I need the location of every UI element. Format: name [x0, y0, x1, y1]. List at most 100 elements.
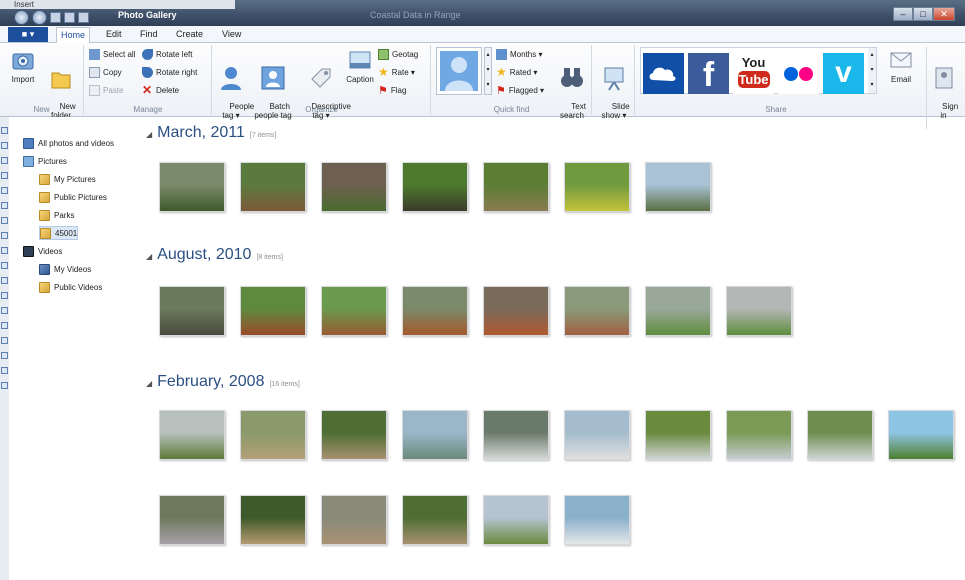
nav-item[interactable]: Videos — [23, 244, 62, 258]
email-button[interactable]: Email — [884, 47, 918, 84]
photo-thumbnail[interactable] — [807, 410, 873, 460]
pictures-icon — [23, 155, 34, 167]
photo-thumbnail[interactable] — [240, 286, 306, 336]
photo-thumbnail[interactable] — [159, 162, 225, 212]
rotate-left-label: Rotate left — [156, 49, 193, 59]
photo-thumbnail[interactable] — [321, 286, 387, 336]
photo-thumbnail[interactable] — [564, 410, 630, 460]
tab-view[interactable]: View — [218, 27, 245, 43]
photo-thumbnail[interactable] — [564, 495, 630, 545]
flickr-button[interactable] — [778, 53, 819, 94]
undo-button[interactable] — [50, 11, 61, 23]
people-picker[interactable] — [436, 47, 482, 95]
minimize-button[interactable]: – — [893, 7, 913, 21]
onedrive-button[interactable] — [643, 53, 684, 94]
people-tag-button[interactable]: People tag ▾ — [216, 47, 254, 129]
youtube-button[interactable]: You Tube — [733, 53, 774, 94]
text-search-button[interactable]: Text search — [556, 47, 588, 129]
collapse-triangle-icon[interactable]: ◢ — [146, 252, 152, 261]
rotate-right-button[interactable]: Rotate right — [142, 65, 197, 79]
photo-thumbnail[interactable] — [483, 286, 549, 336]
import-icon — [12, 53, 34, 70]
photo-thumbnail[interactable] — [645, 162, 711, 212]
photo-thumbnail[interactable] — [321, 410, 387, 460]
photo-thumbnail[interactable] — [240, 495, 306, 545]
photo-thumbnail[interactable] — [159, 495, 225, 545]
photo-thumbnail[interactable] — [483, 495, 549, 545]
group-header[interactable]: ◢ March, 2011 [7 items] — [146, 124, 276, 142]
people-picker-scroll[interactable]: ▴ ▾ ▾ — [484, 47, 492, 95]
tab-edit[interactable]: Edit — [102, 27, 126, 43]
photo-thumbnail[interactable] — [321, 495, 387, 545]
nav-item[interactable]: Pictures — [23, 154, 67, 168]
photo-thumbnail[interactable] — [240, 410, 306, 460]
tab-home[interactable]: Home — [56, 27, 91, 43]
photo-thumbnail[interactable] — [564, 162, 630, 212]
photo-thumbnail[interactable] — [159, 410, 225, 460]
photo-thumbnail[interactable] — [159, 286, 225, 336]
photo-thumbnail[interactable] — [726, 286, 792, 336]
photo-thumbnail[interactable] — [726, 410, 792, 460]
maximize-button[interactable]: □ — [913, 7, 933, 21]
photo-thumbnail[interactable] — [483, 410, 549, 460]
descriptive-tag-button[interactable]: Descriptive tag ▾ — [298, 47, 351, 129]
tag-icon — [311, 68, 331, 88]
months-filter-button[interactable]: Months ▾ — [496, 47, 542, 61]
photo-thumbnail[interactable] — [483, 162, 549, 212]
redo-button[interactable] — [64, 11, 75, 23]
folder-icon — [39, 281, 50, 293]
nav-item[interactable]: 45001 — [39, 226, 79, 240]
photo-thumbnail[interactable] — [564, 286, 630, 336]
collapse-triangle-icon[interactable]: ◢ — [146, 379, 152, 388]
import-button[interactable]: Import — [8, 49, 38, 84]
group-header[interactable]: ◢ February, 2008 [16 items] — [146, 373, 300, 391]
strip-icon — [1, 232, 8, 239]
photo-thumbnail[interactable] — [321, 162, 387, 212]
flag-button[interactable]: ⚑ Flag — [378, 83, 406, 97]
rate-button[interactable]: ★ Rate ▾ — [378, 65, 415, 79]
forward-button[interactable] — [32, 9, 47, 25]
qat-dropdown-button[interactable] — [78, 11, 89, 23]
batch-people-tag-button[interactable]: Batch people tag — [249, 47, 297, 129]
photo-thumbnail[interactable] — [402, 286, 468, 336]
vimeo-button[interactable]: v — [823, 53, 864, 94]
group-quickfind-label: Quick find — [493, 105, 530, 114]
rated-filter-button[interactable]: ★ Rated ▾ — [496, 65, 537, 79]
rotate-left-button[interactable]: Rotate left — [142, 47, 192, 61]
window-title: Photo Gallery — [118, 10, 177, 20]
photo-thumbnail[interactable] — [645, 286, 711, 336]
slideshow-button[interactable]: Slide show ▾ — [597, 47, 631, 129]
delete-button[interactable]: ✕ Delete — [142, 83, 179, 97]
tab-find[interactable]: Find — [136, 27, 162, 43]
back-button[interactable] — [14, 9, 29, 25]
photo-thumbnail[interactable] — [888, 410, 954, 460]
flag-icon: ⚑ — [378, 84, 388, 97]
nav-item[interactable]: Public Pictures — [39, 190, 107, 204]
photo-thumbnail[interactable] — [402, 162, 468, 212]
sign-in-button[interactable]: Sign in — [926, 47, 960, 129]
tab-create[interactable]: Create — [172, 27, 207, 43]
close-button[interactable]: ✕ — [933, 7, 955, 21]
share-scroll[interactable]: ▴ ▾ ▾ — [868, 48, 876, 93]
photo-thumbnail[interactable] — [402, 495, 468, 545]
photo-thumbnail[interactable] — [645, 410, 711, 460]
nav-item[interactable]: Parks — [39, 208, 74, 222]
photo-thumbnail[interactable] — [402, 410, 468, 460]
group-organize-label: Organize — [305, 105, 338, 114]
nav-item[interactable]: Public Videos — [39, 280, 102, 294]
group-header[interactable]: ◢ August, 2010 [8 items] — [146, 246, 283, 264]
geotag-button[interactable]: Geotag — [378, 47, 418, 61]
photo-thumbnail[interactable] — [240, 162, 306, 212]
flagged-filter-button[interactable]: ⚑ Flagged ▾ — [496, 83, 544, 97]
facebook-button[interactable]: f — [688, 53, 729, 94]
collapse-triangle-icon[interactable]: ◢ — [146, 130, 152, 139]
select-all-button[interactable]: Select all — [89, 47, 135, 61]
nav-item[interactable]: My Pictures — [39, 172, 96, 186]
nav-item[interactable]: My Videos — [39, 262, 91, 276]
copy-button[interactable]: Copy — [89, 65, 122, 79]
caption-button[interactable]: Caption — [344, 47, 376, 84]
flagged-label: Flagged ▾ — [508, 85, 545, 95]
nav-item[interactable]: All photos and videos — [23, 136, 114, 150]
file-menu-button[interactable]: ■ ▾ — [8, 27, 48, 42]
paste-button[interactable]: Paste — [89, 83, 123, 97]
